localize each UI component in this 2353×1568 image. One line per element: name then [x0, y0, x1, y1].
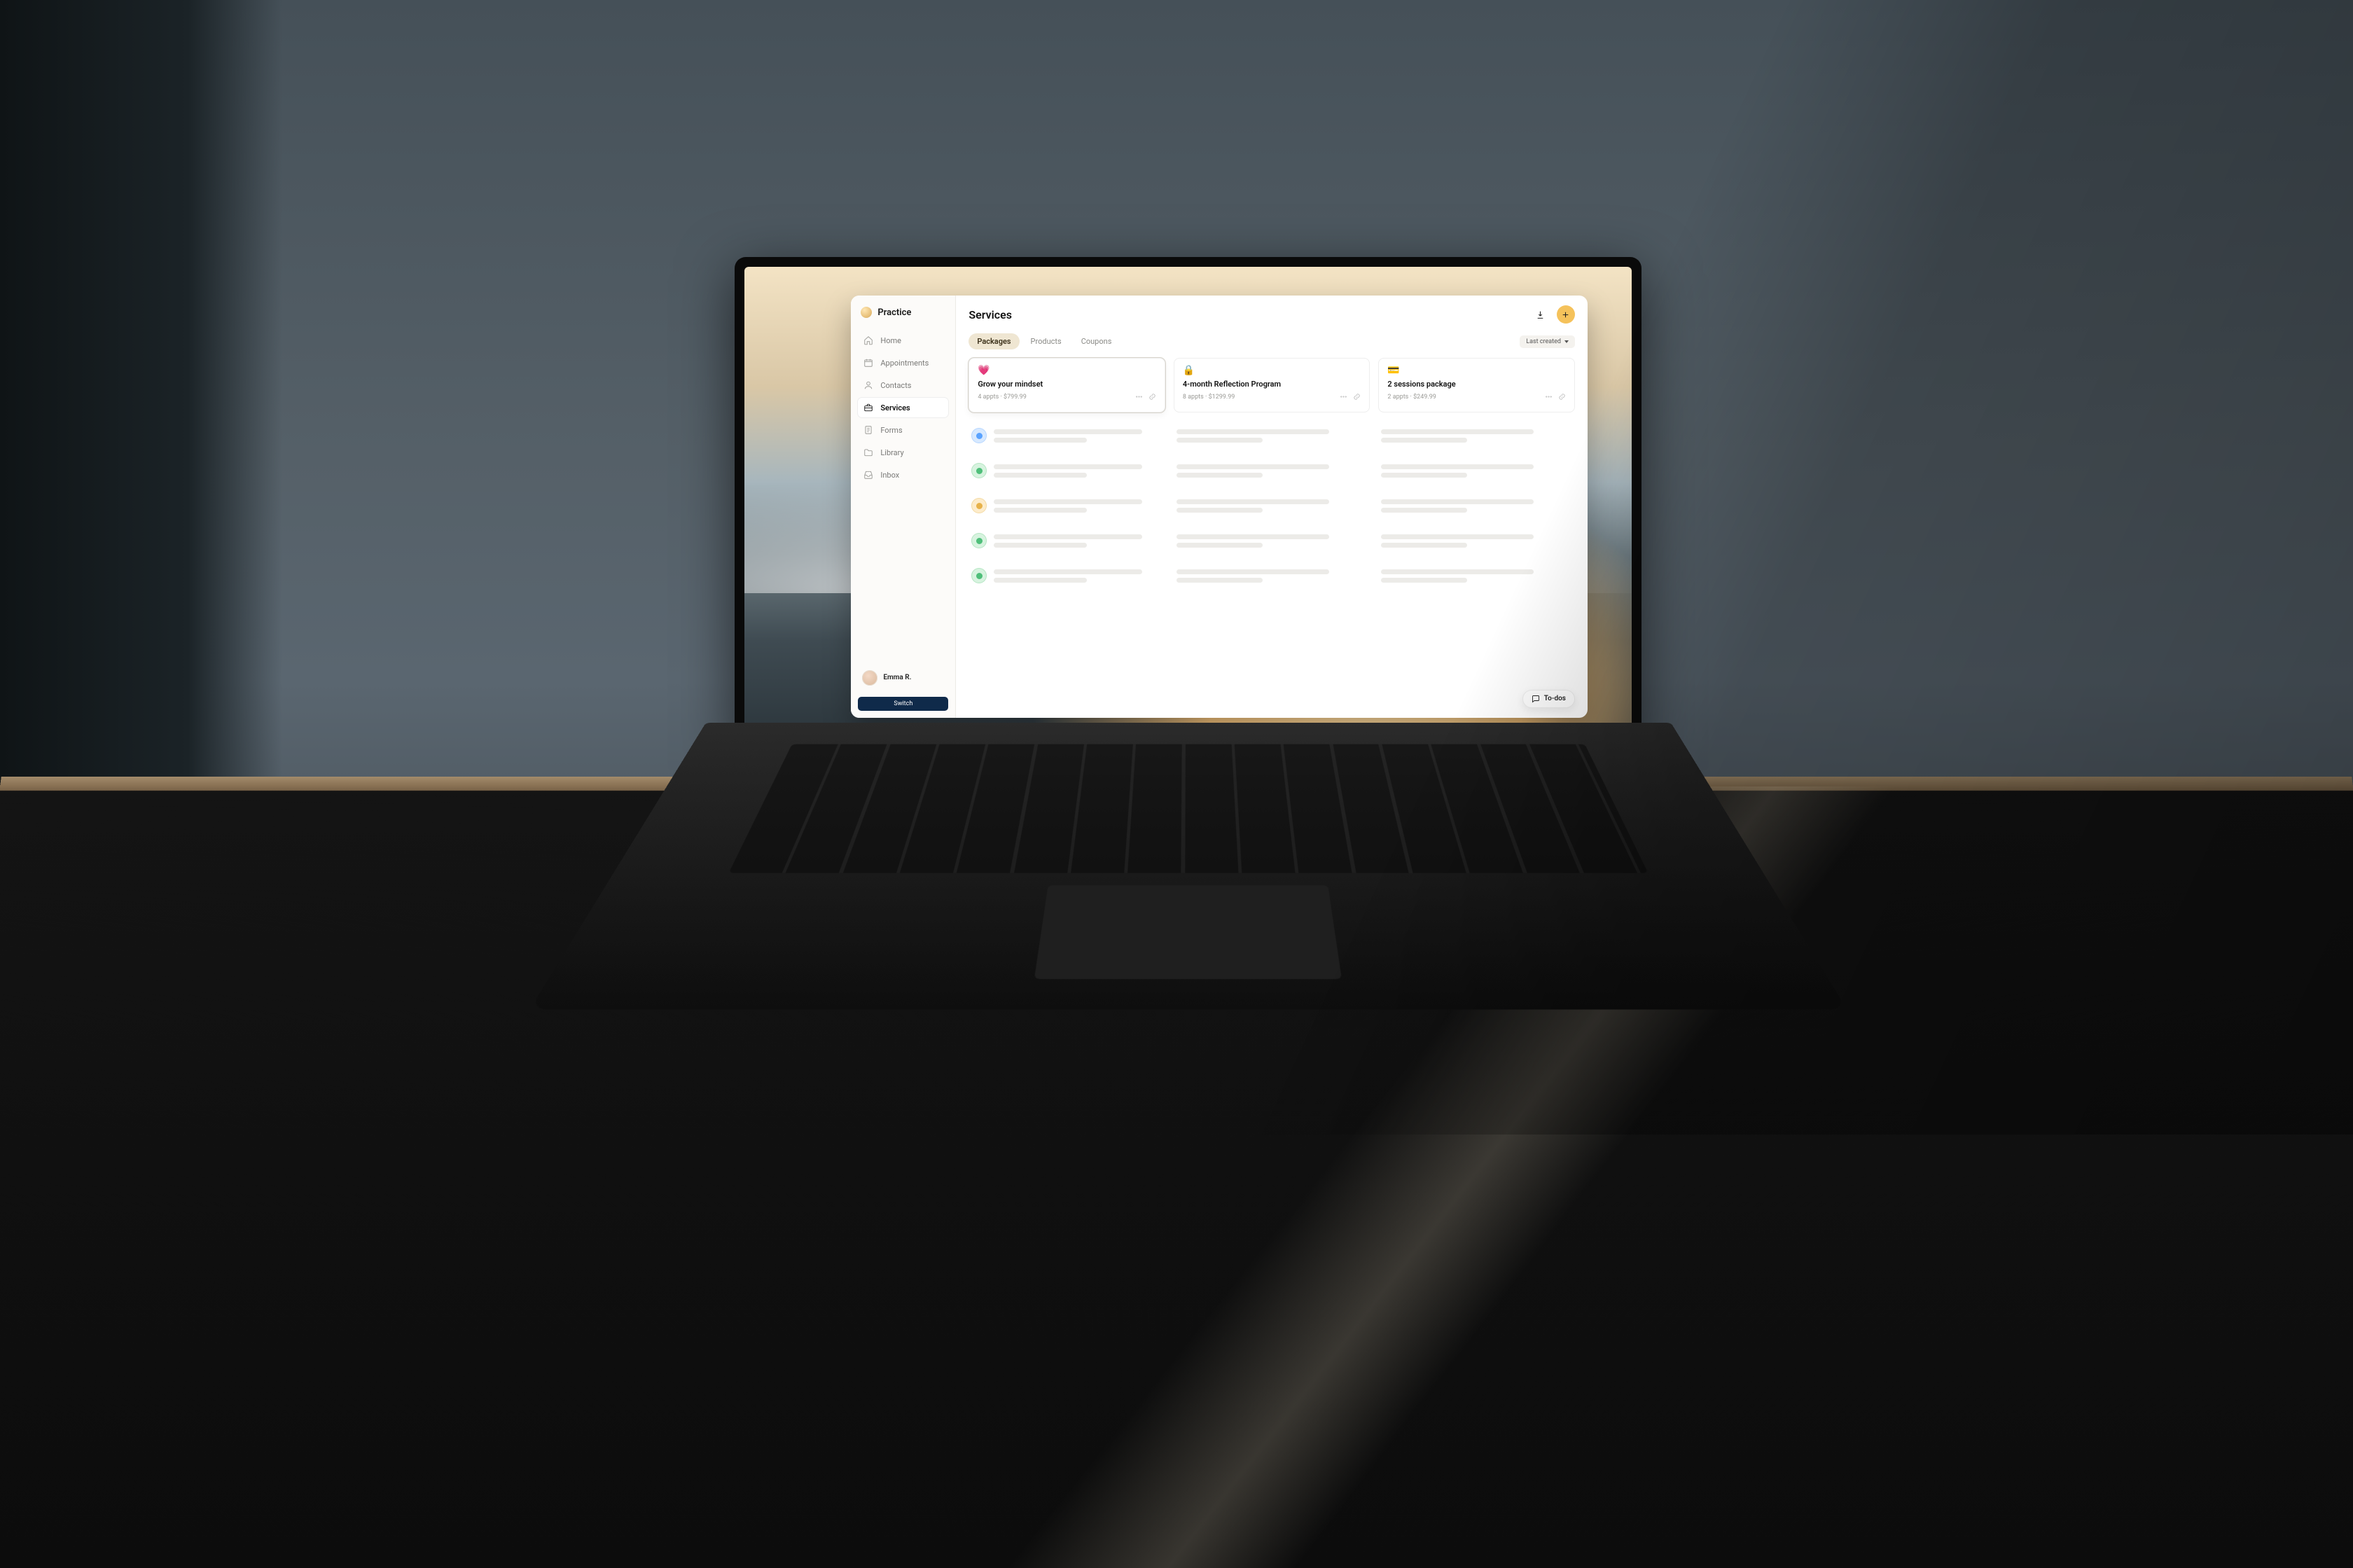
sidebar-item-inbox[interactable]: Inbox	[858, 465, 948, 485]
sort-label: Last created	[1526, 338, 1561, 345]
sidebar-item-library[interactable]: Library	[858, 443, 948, 462]
scene-mockup: Practice Home Appointmen	[0, 0, 2353, 1513]
page-title: Services	[969, 308, 1012, 321]
home-icon	[863, 335, 873, 345]
plus-icon	[1561, 310, 1570, 319]
add-button[interactable]	[1557, 305, 1575, 324]
calendar-icon	[863, 358, 873, 368]
status-badge	[971, 463, 987, 478]
list-item[interactable]	[1378, 492, 1575, 519]
briefcase-icon	[863, 403, 873, 412]
app-window: Practice Home Appointmen	[851, 296, 1588, 718]
sidebar-item-label: Inbox	[880, 471, 899, 480]
main-header: Services	[969, 305, 1575, 331]
link-icon[interactable]	[1558, 393, 1566, 401]
list-item[interactable]	[969, 422, 1165, 449]
avatar	[862, 670, 877, 686]
more-icon[interactable]	[1340, 393, 1347, 401]
brand-logo-icon	[861, 307, 872, 318]
status-badge	[971, 428, 987, 443]
status-badge	[971, 533, 987, 548]
list-item[interactable]	[1378, 527, 1575, 554]
tabs: Packages Products Coupons	[969, 333, 1120, 349]
sidebar-item-services[interactable]: Services	[858, 398, 948, 417]
download-icon	[1536, 310, 1545, 319]
tab-packages[interactable]: Packages	[969, 333, 1019, 349]
chat-icon	[1532, 695, 1540, 703]
heart-icon: 💗	[978, 366, 1156, 375]
user-card[interactable]: Emma R.	[858, 666, 948, 690]
package-title: 4-month Reflection Program	[1183, 380, 1361, 389]
todos-button[interactable]: To-dos	[1522, 690, 1575, 708]
sidebar-item-label: Library	[880, 448, 903, 457]
lock-icon: 🔒	[1183, 366, 1361, 375]
sidebar-item-forms[interactable]: Forms	[858, 420, 948, 440]
link-icon[interactable]	[1353, 393, 1361, 401]
package-title: Grow your mindset	[978, 380, 1156, 389]
brand-name: Practice	[877, 307, 911, 318]
laptop-bezel: Practice Home Appointmen	[735, 257, 1641, 756]
user-name: Emma R.	[883, 674, 911, 682]
chevron-down-icon	[1564, 340, 1569, 343]
package-meta: 8 appts · $1299.99	[1183, 394, 1235, 401]
list-item[interactable]	[969, 457, 1165, 484]
sort-dropdown[interactable]: Last created	[1520, 335, 1575, 348]
more-icon[interactable]	[1135, 393, 1143, 401]
list-item[interactable]	[1378, 562, 1575, 589]
forms-icon	[863, 425, 873, 435]
list-item[interactable]	[969, 562, 1165, 589]
main: Services	[956, 296, 1588, 718]
package-meta: 4 appts · $799.99	[978, 394, 1026, 401]
link-icon[interactable]	[1148, 393, 1156, 401]
inbox-icon	[863, 470, 873, 480]
list-item[interactable]	[1378, 422, 1575, 449]
sidebar-item-home[interactable]: Home	[858, 331, 948, 350]
laptop-display: Practice Home Appointmen	[744, 267, 1632, 747]
list-item[interactable]	[969, 527, 1165, 554]
tab-coupons[interactable]: Coupons	[1073, 333, 1120, 349]
sidebar-item-appointments[interactable]: Appointments	[858, 353, 948, 373]
user-icon	[863, 380, 873, 390]
folder-icon	[863, 447, 873, 457]
laptop: Practice Home Appointmen	[706, 257, 1671, 1089]
more-icon[interactable]	[1545, 393, 1553, 401]
list-item[interactable]	[1378, 457, 1575, 484]
package-meta: 2 appts · $249.99	[1387, 394, 1436, 401]
package-cards: 💗 Grow your mindset 4 appts · $799.99	[969, 358, 1575, 412]
brand[interactable]: Practice	[858, 305, 948, 328]
status-badge	[971, 498, 987, 513]
tabs-row: Packages Products Coupons Last created	[969, 333, 1575, 349]
laptop-keyboard	[529, 723, 1847, 1009]
sidebar-item-label: Appointments	[880, 359, 929, 368]
sidebar-item-label: Contacts	[880, 381, 911, 390]
list-item[interactable]	[1174, 492, 1370, 519]
sidebar: Practice Home Appointmen	[851, 296, 956, 718]
sidebar-item-label: Services	[880, 403, 910, 412]
switch-button[interactable]: Switch	[858, 697, 948, 711]
status-badge	[971, 568, 987, 583]
package-title: 2 sessions package	[1387, 380, 1566, 389]
download-button[interactable]	[1532, 305, 1550, 324]
card-icon: 💳	[1387, 366, 1566, 375]
list-item[interactable]	[1174, 562, 1370, 589]
list-item[interactable]	[1174, 457, 1370, 484]
package-skeleton-grid	[969, 422, 1575, 589]
package-card[interactable]: 🔒 4-month Reflection Program 8 appts · $…	[1174, 358, 1370, 412]
header-actions	[1532, 305, 1575, 324]
package-card[interactable]: 💳 2 sessions package 2 appts · $249.99	[1378, 358, 1575, 412]
sidebar-item-contacts[interactable]: Contacts	[858, 375, 948, 395]
list-item[interactable]	[969, 492, 1165, 519]
sidebar-item-label: Forms	[880, 426, 902, 435]
tab-products[interactable]: Products	[1022, 333, 1070, 349]
todos-label: To-dos	[1544, 695, 1566, 702]
package-card[interactable]: 💗 Grow your mindset 4 appts · $799.99	[969, 358, 1165, 412]
sidebar-item-label: Home	[880, 336, 901, 345]
list-item[interactable]	[1174, 422, 1370, 449]
list-item[interactable]	[1174, 527, 1370, 554]
